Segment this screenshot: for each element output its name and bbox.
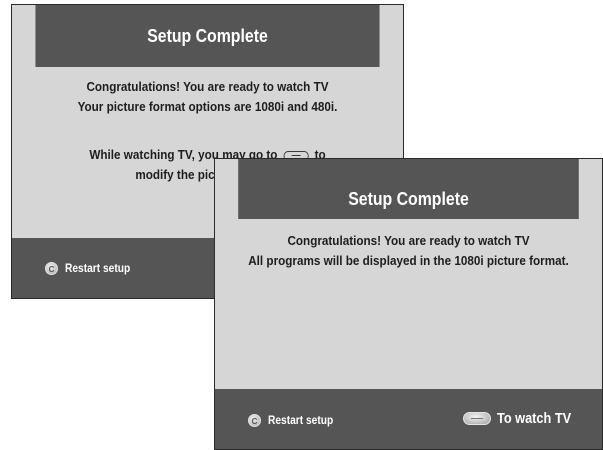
- restart-setup-label: Restart setup: [268, 413, 334, 427]
- screen-title: Setup Complete: [238, 159, 579, 219]
- setup-complete-screen-front: Setup Complete Congratulations! You are …: [214, 158, 603, 450]
- watch-tv-label: To watch TV: [496, 410, 571, 427]
- message-line: Your picture format options are 1080i an…: [77, 99, 338, 114]
- watch-tv-button[interactable]: To watch TV: [462, 410, 584, 427]
- c-button-icon: C: [248, 413, 261, 427]
- power-button-icon: [462, 412, 491, 425]
- message-line: Congratulations! You are ready to watch …: [287, 233, 530, 248]
- screen-title: Setup Complete: [35, 5, 380, 67]
- restart-setup-button[interactable]: C Restart setup: [45, 261, 142, 275]
- message-line: Congratulations! You are ready to watch …: [86, 79, 329, 94]
- restart-setup-button[interactable]: C Restart setup: [248, 413, 345, 427]
- congrats-message: Congratulations! You are ready to watch …: [32, 77, 384, 117]
- restart-setup-label: Restart setup: [65, 261, 131, 275]
- stage: Setup Complete Congratulations! You are …: [0, 0, 603, 450]
- c-button-icon: C: [45, 261, 58, 275]
- message-line: All programs will be displayed in the 10…: [248, 253, 569, 268]
- footer-bar: C Restart setup To watch TV: [215, 389, 602, 449]
- congrats-message: Congratulations! You are ready to watch …: [234, 231, 582, 271]
